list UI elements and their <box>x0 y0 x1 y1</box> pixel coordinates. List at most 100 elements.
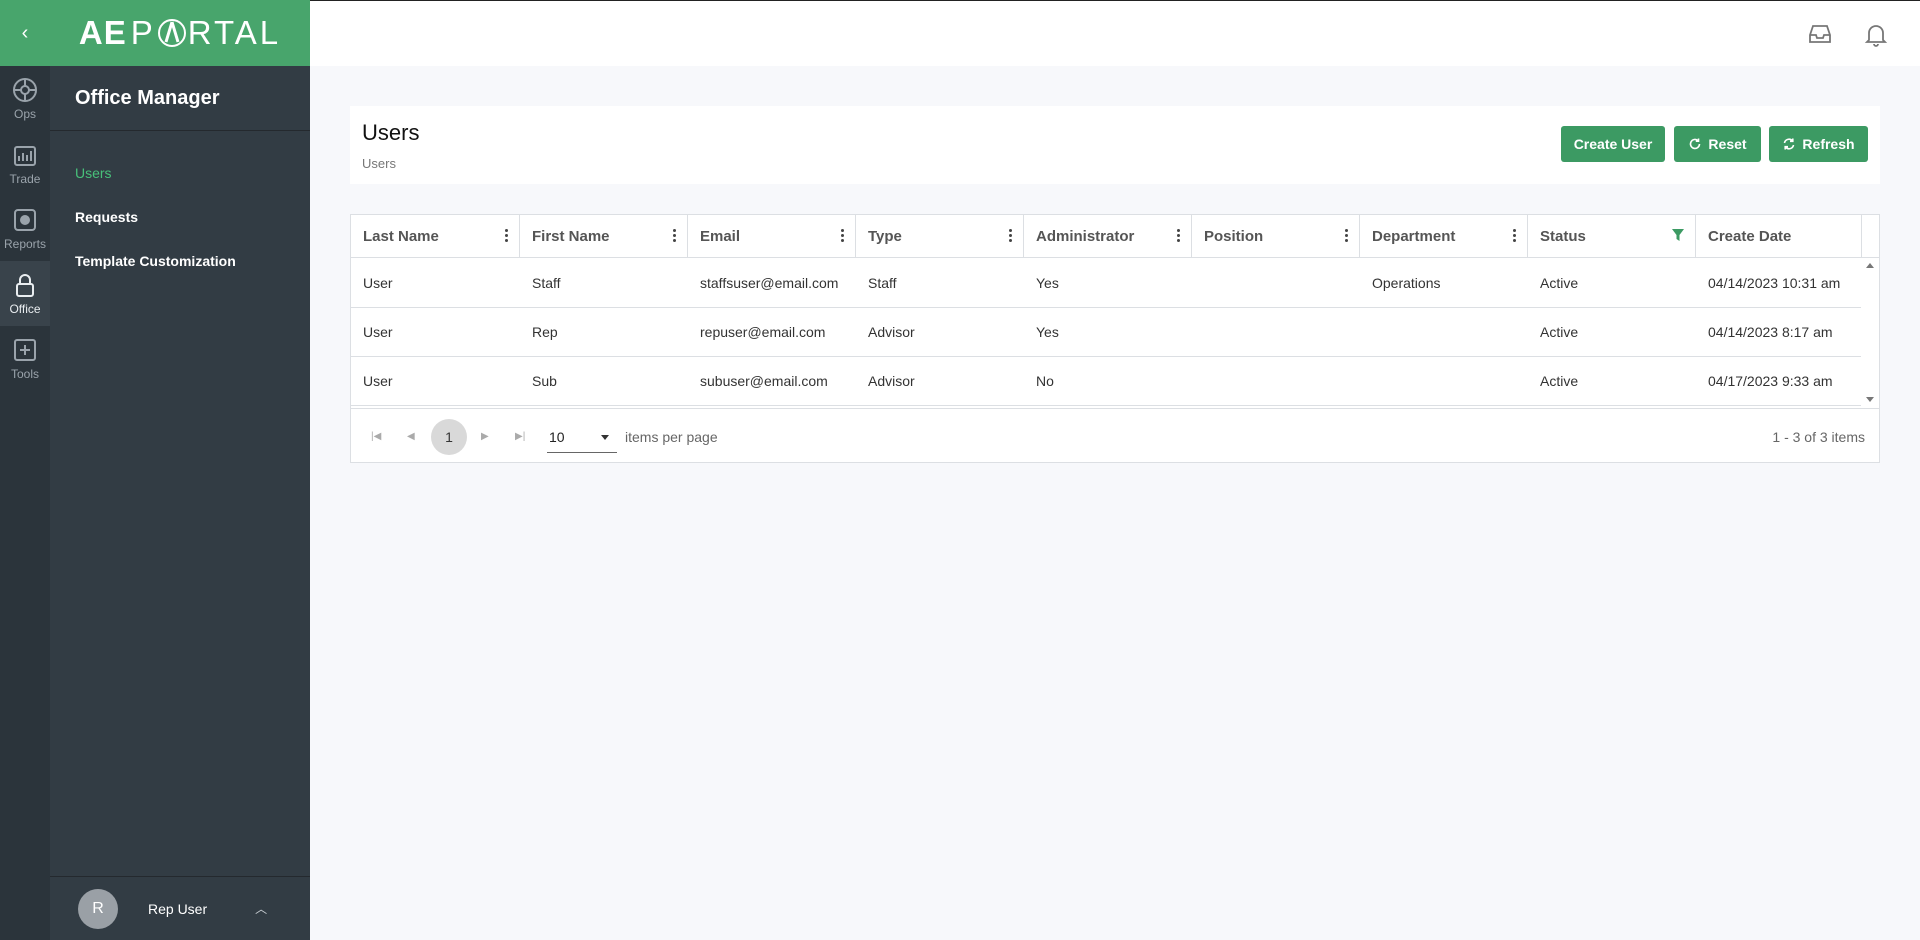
cell-type: Advisor <box>868 373 915 389</box>
nav-item-requests[interactable]: Requests <box>50 195 310 239</box>
ae-portal-logo[interactable]: AE P RTAL <box>79 14 281 52</box>
cell-type: Staff <box>868 275 897 291</box>
column-header-administrator[interactable]: Administrator <box>1024 215 1192 257</box>
nav-item-users[interactable]: Users <box>50 151 310 195</box>
column-header-position[interactable]: Position <box>1192 215 1360 257</box>
first-page-icon[interactable]: |◀ <box>371 431 381 442</box>
next-page-icon[interactable]: ▶ <box>481 431 489 442</box>
cell-create-date: 04/14/2023 10:31 am <box>1708 275 1841 291</box>
cell-email: repuser@email.com <box>700 324 826 340</box>
cell-position <box>1192 308 1204 356</box>
page-title: Users <box>362 120 420 145</box>
cell-status: Active <box>1540 324 1579 340</box>
bell-icon[interactable] <box>1863 21 1889 47</box>
rail-label: Trade <box>9 172 41 186</box>
scroll-up-icon[interactable] <box>1866 263 1874 268</box>
page-size-select[interactable]: 10 <box>547 421 617 453</box>
column-menu-icon[interactable] <box>673 229 677 243</box>
cell-administrator: Yes <box>1036 324 1059 340</box>
rail-label: Office <box>9 302 41 316</box>
cell-first-name: Rep <box>532 324 558 340</box>
reset-icon <box>1690 138 1701 150</box>
page-size-label: items per page <box>625 429 718 445</box>
cell-create-date: 04/17/2023 9:33 am <box>1708 373 1833 389</box>
cell-email: subuser@email.com <box>700 373 828 389</box>
column-menu-icon[interactable] <box>1345 229 1349 243</box>
table-row[interactable]: User Sub subuser@email.com Advisor No Ac… <box>351 357 1861 406</box>
cell-email: staffsuser@email.com <box>700 275 839 291</box>
cell-administrator: Yes <box>1036 275 1059 291</box>
user-menu[interactable]: R Rep User ︿ <box>50 876 310 940</box>
cell-position <box>1192 259 1204 307</box>
reset-button[interactable]: Reset <box>1674 126 1761 162</box>
chevron-left-icon: ‹ <box>21 21 29 44</box>
avatar: R <box>78 888 118 929</box>
cell-first-name: Sub <box>532 373 557 389</box>
create-user-button[interactable]: Create User <box>1561 126 1665 162</box>
nav-item-template-customization[interactable]: Template Customization <box>50 239 310 283</box>
rail-item-trade[interactable]: Trade <box>0 131 50 196</box>
rail-item-reports[interactable]: Reports <box>0 196 50 261</box>
rail-label: Ops <box>13 107 36 121</box>
column-header-department[interactable]: Department <box>1360 215 1528 257</box>
cell-last-name: User <box>363 275 393 291</box>
column-menu-icon[interactable] <box>1513 229 1517 243</box>
caret-down-icon <box>601 435 609 440</box>
table-row[interactable]: User Rep repuser@email.com Advisor Yes A… <box>351 308 1861 357</box>
cell-department <box>1360 308 1372 356</box>
scroll-down-icon[interactable] <box>1866 397 1874 402</box>
cell-create-date: 04/14/2023 8:17 am <box>1708 324 1833 340</box>
grid-header: Last Name First Name Email Type Administ… <box>351 215 1879 258</box>
prev-page-icon[interactable]: ◀ <box>407 431 415 442</box>
cell-status: Active <box>1540 275 1579 291</box>
page-header-card: Users Users Create User Reset Refresh <box>350 106 1880 184</box>
breadcrumb[interactable]: Users <box>362 156 396 171</box>
tools-icon <box>14 339 36 361</box>
column-header-status[interactable]: Status <box>1528 215 1696 257</box>
column-header-create-date[interactable]: Create Date <box>1696 215 1862 257</box>
cell-status: Active <box>1540 373 1579 389</box>
column-menu-icon[interactable] <box>1009 229 1013 243</box>
rail-label: Reports <box>3 237 47 251</box>
refresh-button[interactable]: Refresh <box>1769 126 1868 162</box>
rail-item-tools[interactable]: Tools <box>0 326 50 391</box>
vertical-scrollbar[interactable] <box>1862 259 1879 406</box>
cell-department: Operations <box>1372 275 1441 291</box>
refresh-icon <box>1784 138 1795 150</box>
column-header-first-name[interactable]: First Name <box>520 215 688 257</box>
lock-icon <box>16 274 34 297</box>
column-menu-icon[interactable] <box>1177 229 1181 243</box>
logo-band: AE P RTAL <box>50 0 310 66</box>
inbox-icon[interactable] <box>1807 21 1833 47</box>
last-page-icon[interactable]: ▶| <box>515 431 525 442</box>
filter-icon[interactable] <box>1671 228 1685 242</box>
cell-administrator: No <box>1036 373 1054 389</box>
cell-department <box>1360 357 1372 405</box>
cell-type: Advisor <box>868 324 915 340</box>
page-number-button[interactable]: 1 <box>431 419 467 455</box>
column-header-email[interactable]: Email <box>688 215 856 257</box>
collapse-sidebar-button[interactable]: ‹ <box>0 0 50 66</box>
top-bar <box>310 0 1920 66</box>
rail-item-ops[interactable]: Ops <box>0 66 50 131</box>
column-menu-icon[interactable] <box>505 229 509 243</box>
reports-icon <box>14 209 36 231</box>
nav-heading: Office Manager <box>50 66 310 131</box>
logo-mark-icon <box>157 19 186 47</box>
table-row[interactable]: User Staff staffsuser@email.com Staff Ye… <box>351 259 1861 308</box>
column-header-type[interactable]: Type <box>856 215 1024 257</box>
icon-rail: ‹ Ops Trade Reports Office Tools <box>0 0 50 940</box>
rail-item-office[interactable]: Office <box>0 261 50 326</box>
cell-last-name: User <box>363 373 393 389</box>
nav-list: Users Requests Template Customization <box>50 131 310 283</box>
chevron-up-icon[interactable]: ︿ <box>255 900 267 917</box>
pager-info: 1 - 3 of 3 items <box>1772 429 1865 445</box>
user-name: Rep User <box>148 900 208 917</box>
cell-last-name: User <box>363 324 393 340</box>
users-grid: Last Name First Name Email Type Administ… <box>350 214 1880 463</box>
pager: |◀ ◀ 1 ▶ ▶| 10 items per page 1 - 3 of 3… <box>351 408 1879 463</box>
cell-position <box>1192 357 1204 405</box>
rail-label: Tools <box>10 367 39 381</box>
column-menu-icon[interactable] <box>841 229 845 243</box>
column-header-last-name[interactable]: Last Name <box>351 215 520 257</box>
